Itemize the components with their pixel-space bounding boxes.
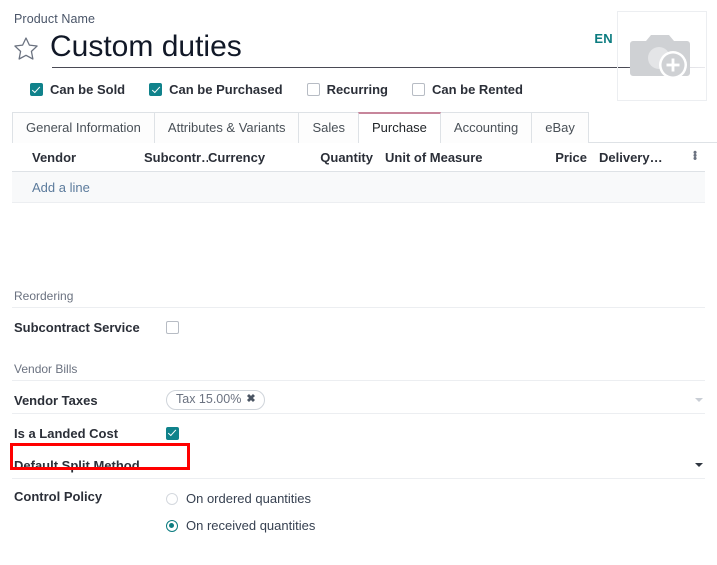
section-title-reordering: Reordering [12, 289, 705, 308]
language-badge[interactable]: EN [594, 31, 613, 46]
subcontract-service-checkbox[interactable] [166, 320, 179, 334]
title-underline [52, 67, 705, 68]
column-header-vendor[interactable]: Vendor [32, 150, 144, 165]
tax-tag-label: Tax 15.00% [176, 392, 242, 406]
flag-can-be-rented[interactable]: Can be Rented [411, 82, 523, 97]
column-header-currency[interactable]: Currency [208, 150, 303, 165]
control-policy-value: On ordered quantities On received quanti… [166, 489, 705, 533]
recurring-checkbox[interactable] [306, 83, 320, 96]
field-row-subcontract-service: Subcontract Service [12, 314, 705, 340]
column-header-quantity[interactable]: Quantity [303, 150, 373, 165]
optional-columns-button[interactable]: • • • [685, 150, 705, 165]
vendor-taxes-label: Vendor Taxes [14, 392, 98, 408]
product-image-placeholder[interactable] [617, 11, 707, 101]
vendor-pricelist-table: Vendor Subcontr… Currency Quantity Unit … [12, 143, 705, 203]
vendor-taxes-chevron-down-icon[interactable] [695, 398, 703, 402]
flag-can-be-purchased[interactable]: Can be Purchased [149, 82, 283, 97]
control-policy-radio-group: On ordered quantities On received quanti… [166, 489, 315, 533]
on-received-quantities-radio[interactable] [166, 519, 178, 532]
on-received-quantities-label: On received quantities [186, 518, 316, 533]
default-split-method-value[interactable] [166, 454, 705, 476]
recurring-label: Recurring [326, 82, 388, 97]
tab-general-information[interactable]: General Information [12, 112, 155, 143]
tab-purchase[interactable]: Purchase [357, 112, 441, 144]
can-be-rented-label: Can be Rented [431, 82, 523, 97]
notebook-tabs: General Information Attributes & Variant… [12, 111, 717, 144]
default-split-method-chevron-down-icon[interactable] [695, 463, 703, 467]
can-be-sold-label: Can be Sold [50, 82, 126, 97]
product-title-text: Custom duties [50, 30, 242, 63]
vendor-taxes-value[interactable]: Tax 15.00% ✖ [166, 389, 705, 411]
can-be-purchased-checkbox[interactable] [149, 83, 163, 96]
can-be-rented-checkbox[interactable] [411, 83, 425, 96]
column-header-delivery[interactable]: Delivery… [587, 150, 685, 165]
radio-on-ordered-quantities[interactable]: On ordered quantities [166, 491, 315, 506]
control-policy-label: Control Policy [14, 489, 103, 504]
field-row-control-policy: Control Policy On ordered quantities On … [12, 489, 705, 533]
tab-accounting[interactable]: Accounting [439, 112, 533, 143]
product-flags-row: Can be Sold Can be Purchased Recurring C… [30, 82, 705, 97]
column-header-unit-of-measure[interactable]: Unit of Measure [373, 150, 535, 165]
can-be-purchased-label: Can be Purchased [169, 82, 283, 97]
flag-recurring[interactable]: Recurring [306, 82, 388, 97]
on-ordered-quantities-radio[interactable] [166, 492, 178, 505]
column-header-subcontractor[interactable]: Subcontr… [144, 150, 208, 165]
default-split-method-label: Default Split Method [14, 457, 140, 473]
is-a-landed-cost-label: Is a Landed Cost [14, 425, 119, 441]
tax-tag[interactable]: Tax 15.00% ✖ [166, 390, 265, 410]
section-title-vendor-bills: Vendor Bills [12, 362, 705, 381]
purchase-settings-form: Reordering Subcontract Service Vendor Bi… [12, 289, 705, 533]
field-row-is-a-landed-cost: Is a Landed Cost [12, 420, 705, 446]
on-ordered-quantities-label: On ordered quantities [186, 491, 312, 506]
field-row-default-split-method: Default Split Method [12, 452, 705, 479]
is-a-landed-cost-value [166, 422, 705, 444]
tab-attributes-variants[interactable]: Attributes & Variants [153, 112, 300, 143]
tab-ebay[interactable]: eBay [531, 112, 589, 143]
can-be-sold-checkbox[interactable] [30, 83, 43, 96]
subcontract-service-value [166, 316, 705, 338]
add-a-line-row[interactable]: Add a line [12, 172, 705, 203]
tax-tag-remove-icon[interactable]: ✖ [246, 392, 255, 407]
field-row-vendor-taxes: Vendor Taxes Tax 15.00% ✖ [12, 387, 705, 414]
product-name-label: Product Name [14, 12, 96, 26]
product-form-sheet: Product Name Custom duties EN Can be Sol… [0, 0, 717, 101]
subcontract-service-label: Subcontract Service [14, 319, 140, 335]
favorite-star-icon[interactable] [12, 35, 40, 63]
flag-can-be-sold[interactable]: Can be Sold [30, 82, 125, 97]
column-header-price[interactable]: Price [535, 150, 587, 165]
is-a-landed-cost-checkbox[interactable] [166, 426, 179, 440]
add-a-line-link[interactable]: Add a line [32, 180, 90, 195]
tab-sales[interactable]: Sales [298, 112, 359, 143]
vertical-dots-icon: • • • [693, 149, 697, 165]
radio-on-received-quantities[interactable]: On received quantities [166, 518, 315, 533]
table-header-row: Vendor Subcontr… Currency Quantity Unit … [12, 143, 705, 172]
